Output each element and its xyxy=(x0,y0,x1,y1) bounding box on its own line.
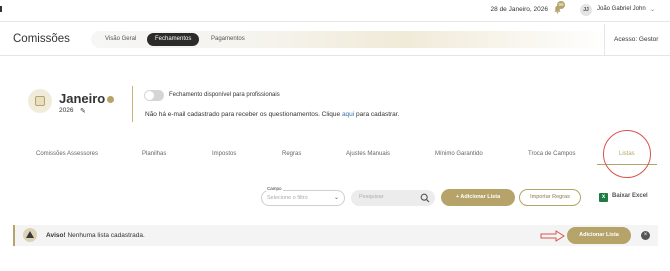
user-name[interactable]: João Gabriel John xyxy=(597,6,646,12)
search-input[interactable]: Pesquisar xyxy=(351,190,435,206)
campo-select-placeholder: Selecione o filtro xyxy=(267,195,308,201)
campo-select[interactable]: Selecione o filtro ⌄ xyxy=(261,190,345,206)
subtab-comissoes-assessores[interactable]: Comissões Assessores xyxy=(36,151,98,157)
close-icon[interactable]: × xyxy=(641,231,650,240)
campo-label: Campo xyxy=(266,186,283,191)
annotation-circle xyxy=(603,130,651,178)
search-placeholder: Pesquisar xyxy=(359,194,384,200)
calendar-icon xyxy=(28,89,52,113)
add-list-warning-button[interactable]: Adicionar Lista xyxy=(567,227,631,244)
period-year: 2026 xyxy=(59,107,74,114)
subtab-planilhas[interactable]: Planilhas xyxy=(142,151,166,157)
annotation-arrow-icon xyxy=(540,230,565,242)
add-list-button[interactable]: + Adicionar Lista xyxy=(441,189,515,206)
warning-title: Aviso! xyxy=(46,232,66,239)
subtab-ajustes-manuais[interactable]: Ajustes Manuais xyxy=(346,151,390,157)
notice-text-end: para cadastrar. xyxy=(356,111,400,118)
search-icon[interactable] xyxy=(420,193,430,203)
chevron-down-icon: ⌄ xyxy=(333,195,339,201)
toggle-label: Fechamento disponível para profissionais xyxy=(169,92,280,98)
page-title: Comissões xyxy=(13,33,70,45)
period-month: Janeiro xyxy=(59,91,106,106)
subtab-regras[interactable]: Regras xyxy=(282,151,301,157)
edge-marker xyxy=(0,6,2,12)
page-header: Comissões Visão Geral Fechamentos Pagame… xyxy=(0,24,670,56)
header-divider xyxy=(604,24,605,55)
professional-access-toggle[interactable] xyxy=(144,90,164,101)
warning-text: Nenhuma lista cadastrada. xyxy=(67,232,145,239)
warning-icon xyxy=(23,228,37,242)
top-bar: 28 de Janeiro, 2026 99 JJ João Gabriel J… xyxy=(0,0,670,22)
tab-visao-geral[interactable]: Visão Geral xyxy=(105,33,136,46)
subtab-minimo-garantido[interactable]: Mínimo Garantido xyxy=(435,151,483,157)
current-date: 28 de Janeiro, 2026 xyxy=(490,6,548,13)
excel-icon[interactable]: x xyxy=(599,193,608,202)
export-excel-button[interactable]: Baixar Excel xyxy=(612,193,648,199)
edit-pencil-icon[interactable]: ✎ xyxy=(80,107,86,115)
tab-pagamentos[interactable]: Pagamentos xyxy=(211,33,245,46)
subtab-troca-de-campos[interactable]: Troca de Campos xyxy=(528,151,575,157)
warning-message: Aviso! Nenhuma lista cadastrada. xyxy=(46,232,145,239)
tab-fechamentos[interactable]: Fechamentos xyxy=(147,33,200,46)
notification-count-badge: 99 xyxy=(557,1,565,9)
register-email-link[interactable]: aqui xyxy=(342,111,354,118)
email-notice: Não há e-mail cadastrado para receber os… xyxy=(145,111,399,118)
import-rules-button[interactable]: Importar Regras xyxy=(519,189,581,206)
status-badge xyxy=(107,96,114,103)
avatar[interactable]: JJ xyxy=(580,4,592,16)
chevron-down-icon[interactable]: ⌄ xyxy=(650,6,655,13)
subtab-impostos[interactable]: Impostos xyxy=(212,151,236,157)
period-divider xyxy=(132,86,133,122)
access-level: Acesso: Gestor xyxy=(614,36,659,43)
notice-text: Não há e-mail cadastrado para receber os… xyxy=(145,111,341,118)
